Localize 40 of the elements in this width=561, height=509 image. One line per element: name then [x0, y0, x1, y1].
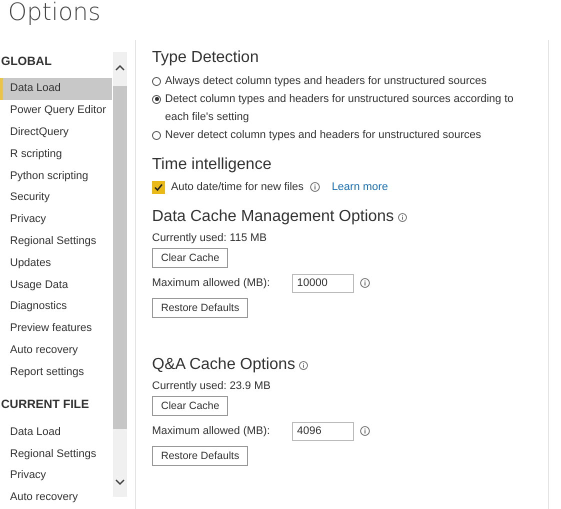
sidebar-item[interactable]: Data Load	[0, 78, 112, 100]
option-label: Always detect column types and headers for unstructured sources	[165, 74, 487, 89]
section-heading: Data Cache Management Options	[152, 208, 394, 226]
field-label: Maximum allowed (MB):	[152, 277, 270, 289]
option-label: Detect column types and headers for unstructured sources according to each file's setting	[165, 92, 515, 125]
restore-defaults-button[interactable]: Restore Defaults	[152, 298, 248, 318]
sidebar-item[interactable]: Diagnostics	[0, 296, 112, 318]
sidebar-item[interactable]: Python scripting	[0, 166, 112, 188]
sidebar-item[interactable]: Power Query Editor	[0, 100, 112, 122]
sidebar-item[interactable]: Regional Settings	[0, 444, 112, 466]
max-size-field[interactable]: 4096	[292, 422, 354, 440]
section-heading: CURRENT FILE	[0, 396, 90, 414]
sidebar-item[interactable]: Privacy	[0, 209, 112, 231]
section-heading: Type Detection	[152, 49, 259, 67]
sidebar-item[interactable]: R scripting	[0, 144, 112, 166]
sidebar-item[interactable]: Regional Settings	[0, 230, 112, 253]
sidebar-item[interactable]: Report settings	[0, 362, 112, 384]
option-label: Never detect column types and headers for unstructured sources	[165, 128, 482, 143]
clear-cache-button[interactable]: Clear Cache	[152, 248, 228, 268]
sidebar-item[interactable]: Auto recovery	[0, 487, 112, 509]
sidebar-item[interactable]: Usage Data	[0, 274, 112, 296]
clear-cache-button[interactable]: Clear Cache	[152, 396, 228, 416]
sidebar-item[interactable]: Security	[0, 187, 112, 210]
section-heading: Time intelligence	[152, 156, 272, 174]
field-label: Maximum allowed (MB):	[152, 425, 270, 437]
usage-text: Currently used: 115 MB	[152, 232, 268, 244]
usage-text: Currently used: 23.9 MB	[152, 380, 272, 392]
restore-defaults-button[interactable]: Restore Defaults	[152, 446, 248, 466]
sidebar-item[interactable]: Auto recovery	[0, 340, 112, 362]
section-heading: Q&A Cache Options	[152, 356, 296, 374]
sidebar-item[interactable]: Privacy	[0, 465, 112, 488]
section-heading: GLOBAL	[0, 53, 53, 70]
checkbox-label: Auto date/time for new files	[171, 181, 304, 193]
learn-more-link[interactable]: Learn more	[332, 181, 388, 193]
sidebar-item[interactable]: Preview features	[0, 318, 112, 340]
sidebar-item[interactable]: Updates	[0, 252, 112, 274]
page-title: Options	[7, 0, 102, 28]
sidebar-item[interactable]: DirectQuery	[0, 122, 112, 144]
max-size-field[interactable]: 10000	[292, 274, 354, 292]
sidebar-item[interactable]: Data Load	[0, 422, 112, 444]
